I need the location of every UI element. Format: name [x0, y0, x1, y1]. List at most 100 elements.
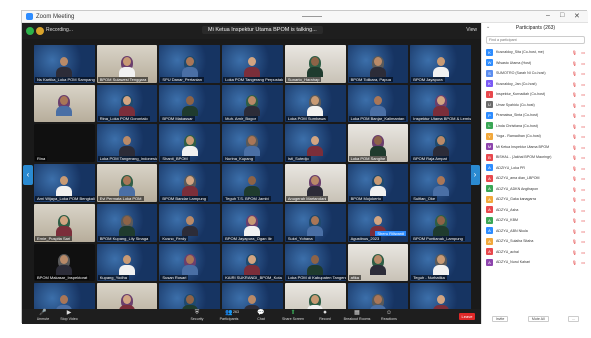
video-tile[interactable]: Teguh - Nurhatika [410, 243, 471, 282]
rooms-control-button[interactable]: ▦ Breakout Rooms [342, 310, 372, 322]
video-tile[interactable]: Shanti_BPOM [159, 124, 221, 163]
participant-row[interactable]: A ADZIYU_Loka PR 🎙 ▭ [482, 163, 589, 174]
video-tile[interactable]: SPU Danar_Pertanian [159, 45, 221, 83]
video-tile[interactable]: Susan Rosari [159, 243, 221, 282]
video-tile[interactable]: BPOM Tolikara, Papua [347, 45, 409, 83]
video-tile[interactable]: Ernie_Puspita Sari [34, 203, 95, 242]
video-tile[interactable]: BPOM Makassar [159, 84, 221, 123]
participant-row[interactable]: U Umar Syahidu (Co-host) 🎙 ▭ [482, 100, 589, 111]
participant-video [56, 214, 73, 236]
participant-row[interactable]: A ADZYU_Sulaiha Sitaha 🎙 ▭ [482, 236, 589, 247]
video-tile[interactable]: Loka POM Tangerang Perpustakaan [222, 45, 283, 83]
video-tile[interactable]: Sunarto_Harahap [284, 45, 346, 83]
avatar: A [486, 195, 493, 203]
video-tile[interactable]: Rina [34, 124, 95, 163]
participant-row[interactable]: W Wisasto Utama (Host) 🎙 ▭ [482, 58, 589, 69]
participant-row[interactable]: A ADZYU_ama dian_LBPOM 🎙 ▭ [482, 173, 589, 184]
share-control-button[interactable]: ⬆ Share Screen [278, 310, 308, 322]
video-tile[interactable]: BPOM Raja Ampat [410, 124, 471, 163]
video-tile[interactable]: Sulfian_Oke [410, 164, 471, 202]
video-off-icon: ▭ [581, 239, 585, 244]
participant-row[interactable]: L Linda Christiana (Co-host) 🎙 ▭ [482, 121, 589, 132]
participant-row[interactable]: A ADZYU_achal 🎙 ▭ [482, 247, 589, 258]
video-tile[interactable]: BPOM Jayapura_Ogan Ilir [222, 203, 283, 242]
participant-name: ADZYU_Asha [496, 207, 519, 212]
participant-row[interactable]: B BISHAL - (Jakhal BPOM Maoringr) 🎙 ▭ [482, 152, 589, 163]
close-icon[interactable]: ✕ [574, 12, 580, 20]
video-tile[interactable]: Teguh T.S. BPOM Jambi [222, 164, 283, 202]
video-tile[interactable]: BPOM Sulawesi Tenggara [96, 45, 158, 83]
people-control-button[interactable]: 👥 Participants 263 [214, 310, 244, 322]
participant-row[interactable]: K Kusnaldoy_Jan (Co-host) 🎙 ▭ [482, 79, 589, 90]
shield-control-button[interactable]: ⛨ Security [182, 310, 212, 322]
video-tile[interactable]: Loka POM Sangihe [347, 124, 409, 163]
tile-name-label: BPOM Makasar_Inspektorat [35, 275, 90, 281]
video-tile[interactable]: Loka POM Banjar_Kalimantan [347, 84, 409, 123]
participant-video [307, 174, 324, 196]
video-tile[interactable]: Isti_Sutedjo [284, 124, 346, 163]
participant-row[interactable]: A ADZYU_ADKN Angihapon 🎙 ▭ [482, 184, 589, 195]
video-tile[interactable]: BPOM Makasar_Inspektorat [34, 243, 95, 282]
shield-icon[interactable] [26, 27, 34, 35]
video-tile[interactable]: Agustinus_2023 Sheru Riliwardi [347, 203, 409, 242]
video-tile[interactable]: Ns Kartika_Loka POM Sampang [34, 45, 95, 83]
tile-name-label: Rina [35, 156, 48, 162]
participant-row[interactable]: A ADZYU_Asha 🎙 ▭ [482, 205, 589, 216]
participant-name: Inspektur_Kurnadiah (Co-host) [496, 92, 546, 97]
participant-search-input[interactable] [486, 36, 585, 44]
video-tile[interactable]: BPOM Bandar Lampung [159, 164, 221, 202]
maximize-icon[interactable]: □ [560, 12, 564, 19]
video-tile[interactable]: BPOM Mojokerto [347, 164, 409, 202]
mute-all-button[interactable]: Mute All [527, 316, 549, 322]
more-options-button[interactable]: ... [568, 316, 580, 322]
invite-button[interactable]: Invite [491, 316, 509, 322]
head-shape [311, 255, 320, 265]
video-tile[interactable]: Evi Permata Loka POM [96, 164, 158, 202]
video-off-icon: ▭ [581, 50, 585, 55]
participant-row[interactable]: A ADZYU_KBM 🎙 ▭ [482, 215, 589, 226]
muted-mic-icon: 🎙 [571, 102, 577, 108]
record-control-button[interactable]: ⏺ Record [310, 310, 340, 322]
chat-control-button[interactable]: 💬 Chat [246, 310, 276, 322]
video-tile[interactable]: Kusno_Ferdy [159, 203, 221, 242]
video-tile[interactable]: afika [347, 243, 409, 282]
video-tile[interactable]: BPOM Jayapura [410, 45, 471, 83]
video-tile[interactable]: Loka POM Tangerang_Indonesia [96, 124, 158, 163]
video-tile[interactable]: Loka POM Sumbawa [284, 84, 346, 123]
video-tile[interactable]: Anugerah Martandani [284, 164, 346, 202]
participant-row[interactable]: A ADZYU_Nurul Kahari 🎙 ▭ [482, 257, 589, 268]
participant-row[interactable]: P Pramaiwa_Sinta (Co-host) 🎙 ▭ [482, 110, 589, 121]
view-button[interactable]: View [466, 27, 477, 33]
muted-mic-icon: 🎙 [571, 144, 577, 150]
leave-button[interactable]: Leave [459, 313, 475, 320]
video-tile[interactable]: Rina_Loka POM Gorontalo [96, 84, 158, 123]
video-tile[interactable]: Muh. Amir_Bogor [222, 84, 283, 123]
participant-row[interactable]: A ADZYU_Gaka kanagarra 🎙 ▭ [482, 194, 589, 205]
participant-row[interactable]: S SUMOTRO (Sarah NI Co-host) 🎙 ▭ [482, 68, 589, 79]
video-off-icon: ▭ [581, 197, 585, 202]
video-tile[interactable]: Kupang_Yodha [96, 243, 158, 282]
participant-row[interactable]: A ADZYU_ABN Nkula 🎙 ▭ [482, 226, 589, 237]
participant-row[interactable]: Y Yoga - Ramadhan (Co-host) 🎙 ▭ [482, 131, 589, 142]
video-tile[interactable] [34, 84, 95, 123]
prev-page-button[interactable]: ‹ [23, 165, 33, 185]
next-page-button[interactable]: › [470, 165, 480, 185]
body-shape [432, 146, 449, 157]
drag-handle[interactable] [302, 16, 322, 17]
reactions-control-button[interactable]: ☺ Reactions [374, 310, 404, 322]
video-tile[interactable]: BPOM Kupang_Lily Sinaga [96, 203, 158, 242]
video-tile[interactable]: Nurina_Kupang [222, 124, 283, 163]
participant-name: ADZYU_ama dian_LBPOM [496, 176, 540, 181]
video-control-button[interactable]: ▶ Stop Video [54, 310, 84, 322]
video-tile[interactable]: KAIRI SUKRANDI_BPOM_Kota [222, 243, 283, 282]
minimize-icon[interactable]: – [546, 12, 550, 19]
video-tile[interactable]: Arni Wijaya_Loka POM Bengkalis [34, 164, 95, 202]
video-tile[interactable]: Inspektur Utama BPOM & Lembaga [410, 84, 471, 123]
avatar: I [486, 90, 493, 98]
participant-row[interactable]: K Kusnaldoy_Sita (Co-host, me) 🎙 ▭ [482, 47, 589, 58]
participant-row[interactable]: I Inspektur_Kurnadiah (Co-host) 🎙 ▭ [482, 89, 589, 100]
video-tile[interactable]: Loka POM di Kabupaten Tangerang [284, 243, 346, 282]
video-tile[interactable]: Sukri_Yohana [284, 203, 346, 242]
video-tile[interactable]: BPOM Pontianak_Lampung [410, 203, 471, 242]
participant-row[interactable]: M Mi Ketua Inspektur Utama BPOM 🎙 ▭ [482, 142, 589, 153]
